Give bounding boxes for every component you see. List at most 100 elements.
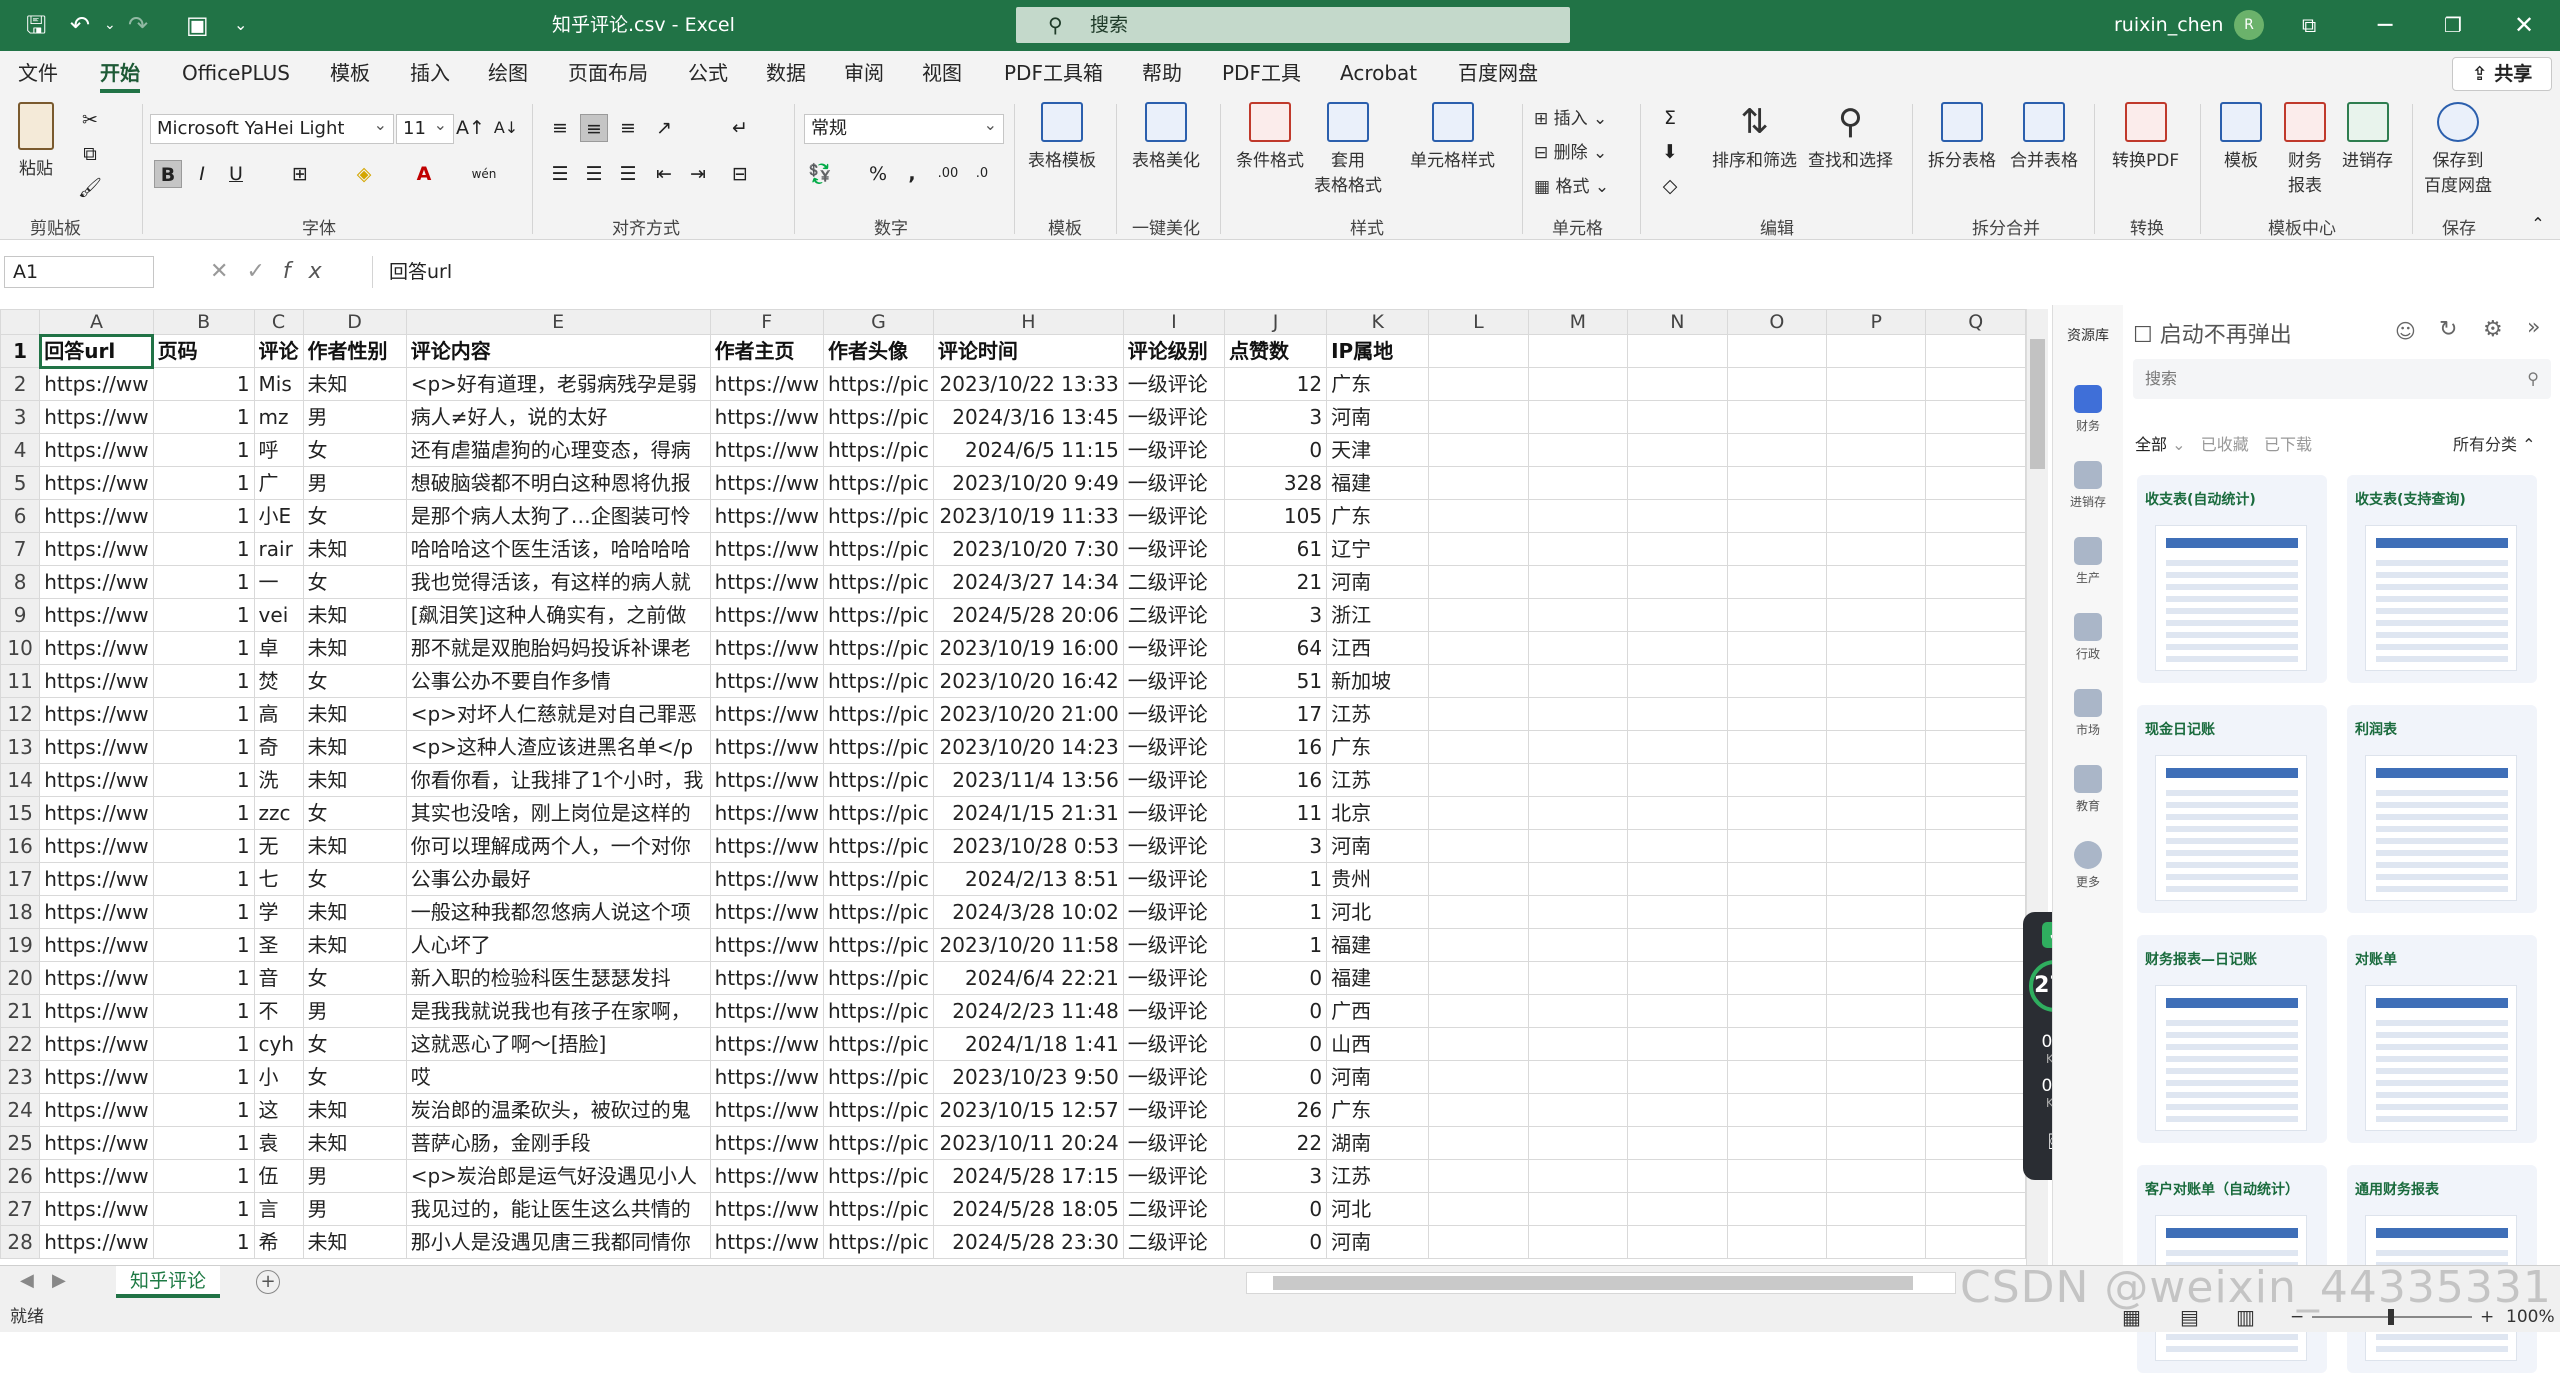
cell[interactable] [1527,1093,1629,1127]
cell[interactable]: <p>对坏人仁慈就是对自己罪恶 [405,697,711,731]
cell[interactable] [1826,994,1927,1028]
cell[interactable] [1527,334,1629,368]
paste-button[interactable]: 粘贴 [18,102,54,179]
cell[interactable]: 未知 [302,1225,407,1259]
cell[interactable]: 0 [1224,994,1328,1028]
bold-button[interactable]: B [154,160,182,188]
cell[interactable] [1826,1225,1927,1259]
format-as-table-button[interactable]: 套用 表格格式 [1314,102,1382,196]
cell[interactable]: 1 [1224,928,1328,962]
close-icon[interactable]: ✕ [2514,10,2534,40]
cell[interactable] [1826,697,1927,731]
cell[interactable] [1627,1126,1728,1160]
cell[interactable]: 小E [253,499,304,533]
cell[interactable] [1627,763,1728,797]
cell[interactable] [1925,532,2026,566]
cell[interactable]: 一 [253,565,304,599]
user-circle-icon[interactable]: ☺ [2395,319,2416,343]
cell[interactable]: 2024/1/15 21:31 [932,796,1124,830]
cell[interactable] [1428,334,1529,368]
cell[interactable] [1726,1192,1828,1226]
increase-decimal-icon[interactable]: .00 [934,160,962,188]
cell[interactable] [1428,367,1529,401]
cell[interactable] [1925,994,2026,1028]
cell[interactable]: 还有虐猫虐狗的心理变态，得病 [405,433,711,467]
cell[interactable]: 3 [1224,1159,1328,1193]
cell[interactable]: https://pic [822,730,934,764]
ribbon-display-icon[interactable]: ⧉ [2302,10,2316,40]
cell[interactable] [1726,961,1828,995]
cell[interactable]: 0 [1224,1225,1328,1259]
cell[interactable]: 作者头像 [822,334,934,368]
cell[interactable] [1527,664,1629,698]
cell[interactable] [1925,334,2026,368]
cell[interactable]: 16 [1224,763,1328,797]
quick-access-icon[interactable]: ▣ [186,10,209,40]
cell[interactable]: 圣 [253,928,304,962]
cell[interactable]: 呼 [253,433,304,467]
row-header[interactable]: 16 [0,829,41,863]
column-header-n[interactable]: N [1627,309,1728,335]
number-format-select[interactable]: 常规 [804,111,1004,144]
worksheet-grid[interactable]: ABCDEFGHIJKLMNOPQ 1 回答url 页码 评论 作者性别 评论内容 作者主页… [0,309,2026,1265]
cell[interactable]: 男 [302,994,407,1028]
cell[interactable] [1925,928,2026,962]
cell[interactable] [1627,928,1728,962]
cell[interactable]: 想破脑袋都不明白这种恩将仇报 [405,466,711,500]
cell[interactable]: https://pic [822,895,934,929]
cell[interactable]: 河北 [1326,895,1430,929]
cell[interactable]: 女 [302,499,407,533]
cell[interactable] [1726,994,1828,1028]
cell[interactable]: 61 [1224,532,1328,566]
tab-favorites[interactable]: 已收藏 [2201,435,2249,454]
convert-pdf-button[interactable]: 转换PDF [2112,102,2179,171]
restore-icon[interactable]: ❐ [2444,10,2462,40]
cell[interactable]: 2024/5/28 17:15 [932,1159,1124,1193]
cell[interactable]: 江苏 [1326,763,1430,797]
cell[interactable]: 女 [302,1027,407,1061]
nav-more[interactable]: 更多 [2053,841,2123,890]
cell[interactable] [1428,697,1529,731]
cell[interactable]: 一级评论 [1122,796,1226,830]
cell[interactable]: https://ww [709,895,824,929]
cell[interactable]: 2023/10/15 12:57 [932,1093,1124,1127]
cell[interactable] [1428,1126,1529,1160]
percent-icon[interactable]: % [864,160,892,188]
tab-baidu-netdisk[interactable]: 百度网盘 [1458,59,1538,87]
cell[interactable]: 河南 [1326,565,1430,599]
refresh-icon[interactable]: ↻ [2439,317,2457,342]
column-header-e[interactable]: E [405,309,711,335]
cell[interactable] [1726,334,1828,368]
cell[interactable] [1726,598,1828,632]
cell[interactable]: 2024/1/18 1:41 [932,1027,1124,1061]
cell[interactable]: https://ww [709,664,824,698]
cell[interactable]: 0 [1224,961,1328,995]
cell[interactable]: https://pic [822,862,934,896]
cell[interactable]: https://ww [39,1159,154,1193]
cell[interactable]: 未知 [302,1126,407,1160]
cell[interactable]: 评论级别 [1122,334,1226,368]
underline-button[interactable]: U [222,160,250,188]
cell[interactable] [1726,730,1828,764]
cell[interactable] [1826,334,1927,368]
cell[interactable]: 2024/5/28 20:06 [932,598,1124,632]
row-header[interactable]: 20 [0,961,41,995]
align-bottom-icon[interactable]: ≡ [614,114,642,142]
row-header[interactable]: 8 [0,565,41,599]
cell[interactable]: https://pic [822,961,934,995]
cell[interactable]: 2024/3/27 14:34 [932,565,1124,599]
cell[interactable] [1826,928,1927,962]
cell[interactable]: 我也觉得活该，有这样的病人就 [405,565,711,599]
cell[interactable]: 未知 [302,1093,407,1127]
cell[interactable] [1428,1225,1529,1259]
delete-cells-button[interactable]: ⊟ 删除 ⌄ [1534,138,1607,163]
cell[interactable]: 无 [253,829,304,863]
cell[interactable]: 2024/6/4 22:21 [932,961,1124,995]
cell[interactable]: 1 [152,928,255,962]
cell[interactable]: https://ww [709,400,824,434]
cell[interactable]: 2023/10/20 16:42 [932,664,1124,698]
autosum-icon[interactable]: Σ [1656,104,1684,132]
fx-icon[interactable]: fx [283,259,340,284]
cell[interactable]: 广西 [1326,994,1430,1028]
row-header[interactable]: 14 [0,763,41,797]
